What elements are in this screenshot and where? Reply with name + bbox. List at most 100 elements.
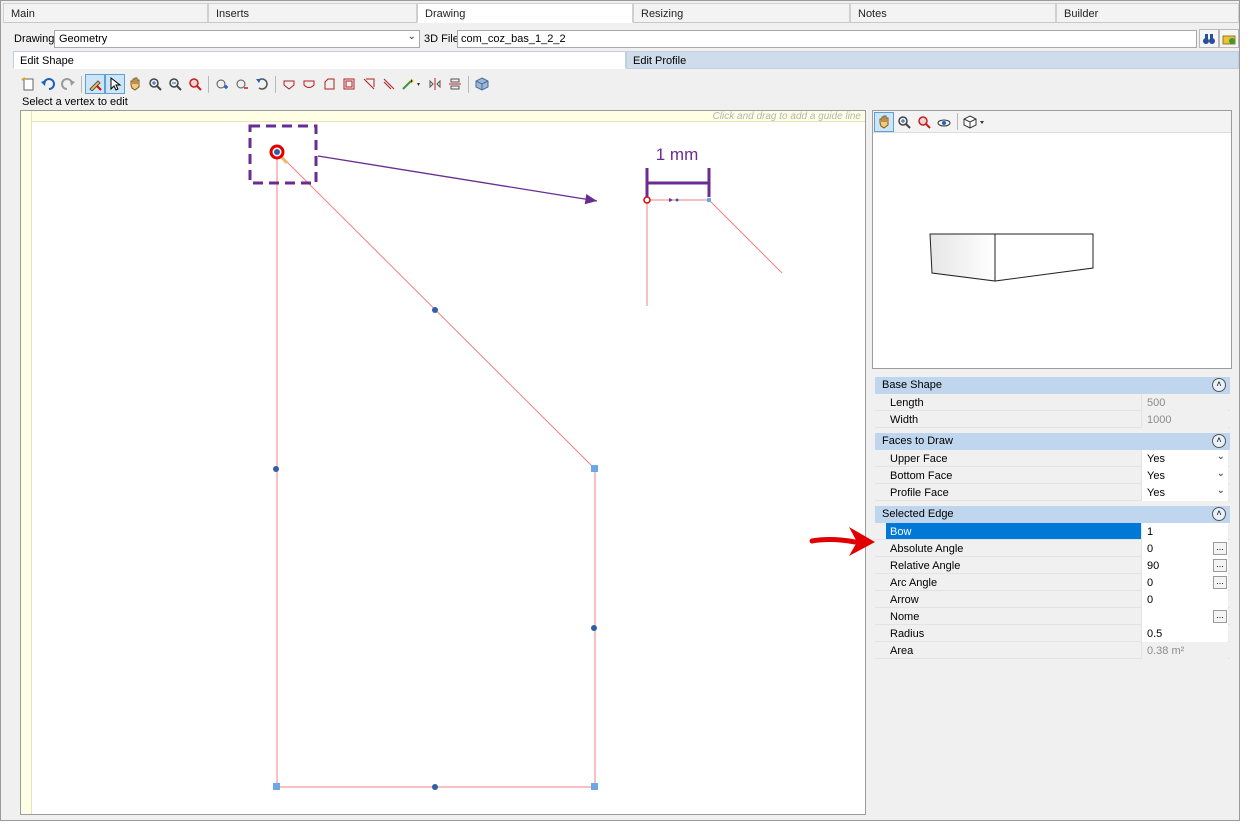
vertex-handle[interactable] xyxy=(591,783,598,790)
3d-view-button[interactable] xyxy=(472,74,492,94)
file-field[interactable]: com_coz_bas_1_2_2 xyxy=(457,30,1197,48)
selected-edge-header[interactable]: Selected Edge ˄ xyxy=(875,506,1230,523)
prop-row-bow[interactable]: Bow 1 xyxy=(875,523,1230,540)
drawing-canvas[interactable]: Click and drag to add a guide line 1 mm xyxy=(20,110,866,815)
prop-input[interactable]: ... xyxy=(1141,608,1228,625)
tab-drawing[interactable]: Drawing xyxy=(417,3,633,23)
select-button[interactable] xyxy=(105,74,125,94)
new-shape-button[interactable] xyxy=(18,74,38,94)
tab-edit-shape[interactable]: Edit Shape xyxy=(13,51,626,69)
prop-select[interactable]: Yes ⌄ xyxy=(1141,484,1228,501)
prop-row-length[interactable]: Length 500 xyxy=(875,394,1230,411)
vertex-handle[interactable] xyxy=(273,783,280,790)
prop-row-relative-angle[interactable]: Relative Angle 90... xyxy=(875,557,1230,574)
remove-vertex-button[interactable] xyxy=(232,74,252,94)
prop-input[interactable]: 0... xyxy=(1141,574,1228,591)
tab-notes[interactable]: Notes xyxy=(850,3,1056,23)
tab-builder[interactable]: Builder xyxy=(1056,3,1239,23)
add-vertex-icon xyxy=(216,79,228,89)
drawing-select[interactable]: Geometry ⌄ xyxy=(54,30,420,48)
zoom-in-button[interactable] xyxy=(145,74,165,94)
cursor-icon xyxy=(110,77,122,91)
shape-tool-4-button[interactable] xyxy=(339,74,359,94)
pan-button[interactable] xyxy=(125,74,145,94)
prop-row-nome[interactable]: Nome ... xyxy=(875,608,1230,625)
prop-name: Length xyxy=(890,397,924,409)
mirror-horizontal-button[interactable] xyxy=(425,74,445,94)
tab-inserts[interactable]: Inserts xyxy=(208,3,417,23)
prop-row-width[interactable]: Width 1000 xyxy=(875,411,1230,428)
prop-row-arc-angle[interactable]: Arc Angle 0... xyxy=(875,574,1230,591)
prop-row-profile-face[interactable]: Profile Face Yes ⌄ xyxy=(875,484,1230,501)
edit-vertex-button[interactable] xyxy=(85,74,105,94)
shape-tool-5-button[interactable] xyxy=(359,74,379,94)
shape-tool-2-button[interactable] xyxy=(299,74,319,94)
collapse-icon[interactable]: ˄ xyxy=(1212,434,1226,448)
drawing-label: Drawing xyxy=(14,33,55,45)
ellipsis-button[interactable]: ... xyxy=(1213,576,1227,589)
prop-row-area[interactable]: Area 0.38 m² xyxy=(875,642,1230,659)
edge-midpoint-handle[interactable] xyxy=(273,466,279,472)
prop-row-arrow[interactable]: Arrow 0 xyxy=(875,591,1230,608)
binoculars-button[interactable] xyxy=(1199,29,1219,48)
3d-preview-panel[interactable] xyxy=(872,110,1232,369)
prop-select[interactable]: Yes ⌄ xyxy=(1141,467,1228,484)
ellipsis-button[interactable]: ... xyxy=(1213,559,1227,572)
collapse-icon[interactable]: ˄ xyxy=(1212,378,1226,392)
edge-midpoint-handle[interactable] xyxy=(432,307,438,313)
snap-button[interactable] xyxy=(399,74,425,94)
prop-input[interactable]: 0 xyxy=(1141,591,1228,608)
preview-zoom-fit-button[interactable] xyxy=(914,112,934,132)
prop-row-bottom-face[interactable]: Bottom Face Yes ⌄ xyxy=(875,467,1230,484)
add-vertex-button[interactable] xyxy=(212,74,232,94)
drawing-select-value: Geometry xyxy=(59,33,108,45)
faces-header[interactable]: Faces to Draw ˄ xyxy=(875,433,1230,450)
prop-input[interactable]: 1 xyxy=(1141,523,1228,540)
tab-edit-profile[interactable]: Edit Profile xyxy=(626,51,1239,69)
preview-pan-button[interactable] xyxy=(874,111,894,132)
shape-tool-6-button[interactable] xyxy=(379,74,399,94)
shape-tool-3-button[interactable] xyxy=(319,74,339,94)
chevron-down-icon[interactable]: ⌄ xyxy=(1217,468,1225,479)
preview-orbit-button[interactable] xyxy=(934,112,954,132)
ellipsis-button[interactable]: ... xyxy=(1213,610,1227,623)
folder-icon xyxy=(1222,35,1236,44)
cube-icon xyxy=(475,77,489,91)
tab-main[interactable]: Main xyxy=(3,3,208,23)
preview-zoom-in-button[interactable] xyxy=(894,112,914,132)
shape-corner-icon xyxy=(324,78,335,90)
prop-input[interactable]: 0.5 xyxy=(1141,625,1228,642)
zoom-extents-button[interactable] xyxy=(185,74,205,94)
edge-midpoint-handle[interactable] xyxy=(591,625,597,631)
redo-button[interactable] xyxy=(58,74,78,94)
prop-input[interactable]: 90... xyxy=(1141,557,1228,574)
prop-select[interactable]: Yes ⌄ xyxy=(1141,450,1228,467)
collapse-icon[interactable]: ˄ xyxy=(1212,507,1226,521)
remove-vertex-icon xyxy=(236,79,248,89)
preview-view-button[interactable] xyxy=(961,112,989,132)
vertex-handle[interactable] xyxy=(591,465,598,472)
zoom-out-icon xyxy=(169,78,182,91)
edge-midpoint-handle[interactable] xyxy=(432,784,438,790)
3d-block-front xyxy=(994,233,1094,282)
prop-row-upper-face[interactable]: Upper Face Yes ⌄ xyxy=(875,450,1230,467)
mirror-vertical-button[interactable] xyxy=(445,74,465,94)
zoom-out-button[interactable] xyxy=(165,74,185,94)
prop-row-absolute-angle[interactable]: Absolute Angle 0... xyxy=(875,540,1230,557)
rotate-button[interactable] xyxy=(252,74,272,94)
shape-tool-1-button[interactable] xyxy=(279,74,299,94)
tab-resizing[interactable]: Resizing xyxy=(633,3,850,23)
prop-input[interactable]: 0... xyxy=(1141,540,1228,557)
ellipsis-button[interactable]: ... xyxy=(1213,542,1227,555)
toolbar-separator xyxy=(208,75,209,93)
undo-button[interactable] xyxy=(38,74,58,94)
prop-row-radius[interactable]: Radius 0.5 xyxy=(875,625,1230,642)
open-file-button[interactable] xyxy=(1219,29,1239,48)
prop-name: Nome xyxy=(890,611,920,623)
chevron-down-icon[interactable]: ⌄ xyxy=(1217,485,1225,496)
shape-chamfer-icon xyxy=(383,78,395,90)
chevron-down-icon[interactable]: ⌄ xyxy=(1217,451,1225,462)
prop-name: Absolute Angle xyxy=(890,543,964,555)
annotation-arrow xyxy=(317,155,598,205)
base-shape-header[interactable]: Base Shape ˄ xyxy=(875,377,1230,394)
